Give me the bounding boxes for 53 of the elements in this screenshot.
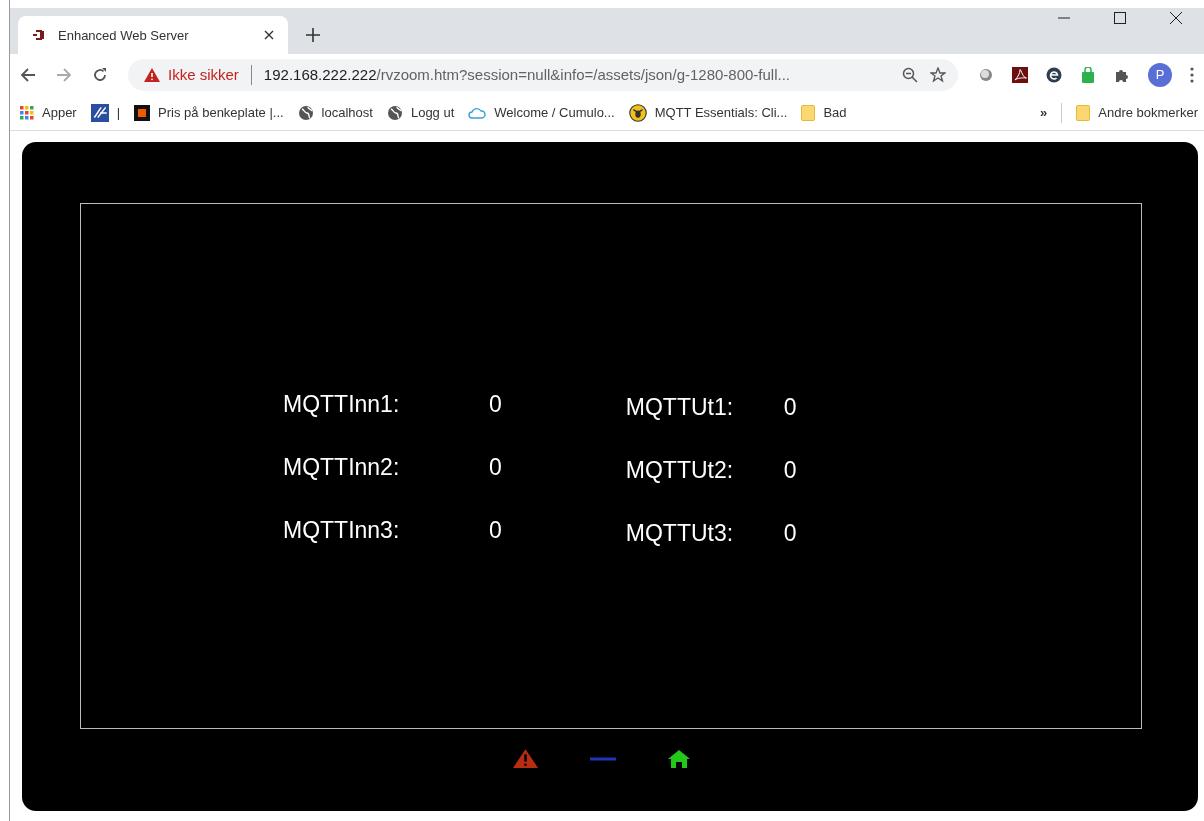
- security-label: Ikke sikker: [168, 66, 239, 83]
- e-extension-icon[interactable]: [1046, 66, 1062, 83]
- bookmark-item[interactable]: MQTT Essentials: Cli...: [628, 103, 788, 122]
- more-bookmarks-button[interactable]: »: [1040, 105, 1048, 120]
- bookmark-item[interactable]: Pris på benkeplate |...: [134, 104, 284, 121]
- output-value: 0: [783, 457, 797, 484]
- tab-title: Enhanced Web Server: [58, 27, 190, 43]
- pdf-extension-icon[interactable]: [1012, 66, 1028, 83]
- bee-icon: [628, 103, 647, 122]
- menu-icon[interactable]: [1190, 66, 1194, 83]
- output-value: 0: [783, 394, 797, 421]
- input-value: 0: [489, 454, 502, 481]
- site-icon: [90, 103, 109, 122]
- output-label: MQTTUt3:: [625, 520, 735, 547]
- new-tab-icon[interactable]: [306, 28, 320, 42]
- output-label: MQTTUt1:: [625, 394, 735, 421]
- home-icon[interactable]: [667, 749, 690, 768]
- input-value: 0: [489, 391, 502, 418]
- back-icon[interactable]: [20, 66, 36, 83]
- browser-tab[interactable]: Enhanced Web Server: [18, 16, 288, 54]
- input-label: MQTTInn2:: [283, 454, 401, 481]
- reload-icon[interactable]: [92, 66, 108, 83]
- output-label: MQTTUt2:: [625, 457, 735, 484]
- input-label: MQTTInn1:: [283, 391, 401, 418]
- bookmark-item[interactable]: localhost: [297, 104, 373, 121]
- profile-avatar[interactable]: P: [1148, 62, 1172, 87]
- folder-icon: [801, 104, 816, 121]
- warning-icon[interactable]: [512, 749, 538, 768]
- zoom-out-icon[interactable]: [902, 66, 918, 83]
- folder-icon: [1076, 104, 1091, 121]
- input-label: MQTTInn3:: [283, 517, 401, 544]
- square-logo-icon: [134, 104, 151, 121]
- globe-icon: [297, 104, 314, 121]
- other-bookmarks-folder[interactable]: Andre bokmerker: [1076, 104, 1198, 121]
- bag-extension-icon[interactable]: [1080, 66, 1096, 83]
- input-value: 0: [489, 517, 502, 544]
- maximize-icon[interactable]: [1114, 12, 1126, 24]
- bookmark-item[interactable]: Logg ut: [386, 104, 455, 121]
- bookmark-item[interactable]: Welcome / Cumulo...: [468, 105, 615, 120]
- warning-icon: [144, 67, 160, 82]
- output-value: 0: [783, 520, 797, 547]
- address-bar[interactable]: Ikke sikker 192.168.222.222/rvzoom.htm?session=null&info=/assets/json/g-1280-800-full...: [128, 58, 958, 91]
- close-icon[interactable]: [1170, 12, 1182, 24]
- bookmark-item[interactable]: Apper: [20, 105, 77, 120]
- globe-icon: [386, 104, 403, 121]
- close-tab-icon[interactable]: [264, 30, 274, 40]
- star-icon[interactable]: [930, 66, 946, 83]
- apps-grid-icon: [20, 105, 34, 120]
- circle-extension-icon[interactable]: [978, 66, 994, 83]
- bookmark-item[interactable]: |: [90, 103, 121, 122]
- cloud-icon: [468, 105, 487, 120]
- url-text: 192.168.222.222/rvzoom.htm?session=null&info=/assets/json/g-1280-800-full...: [263, 66, 791, 83]
- bookmark-item[interactable]: Bad: [801, 104, 847, 121]
